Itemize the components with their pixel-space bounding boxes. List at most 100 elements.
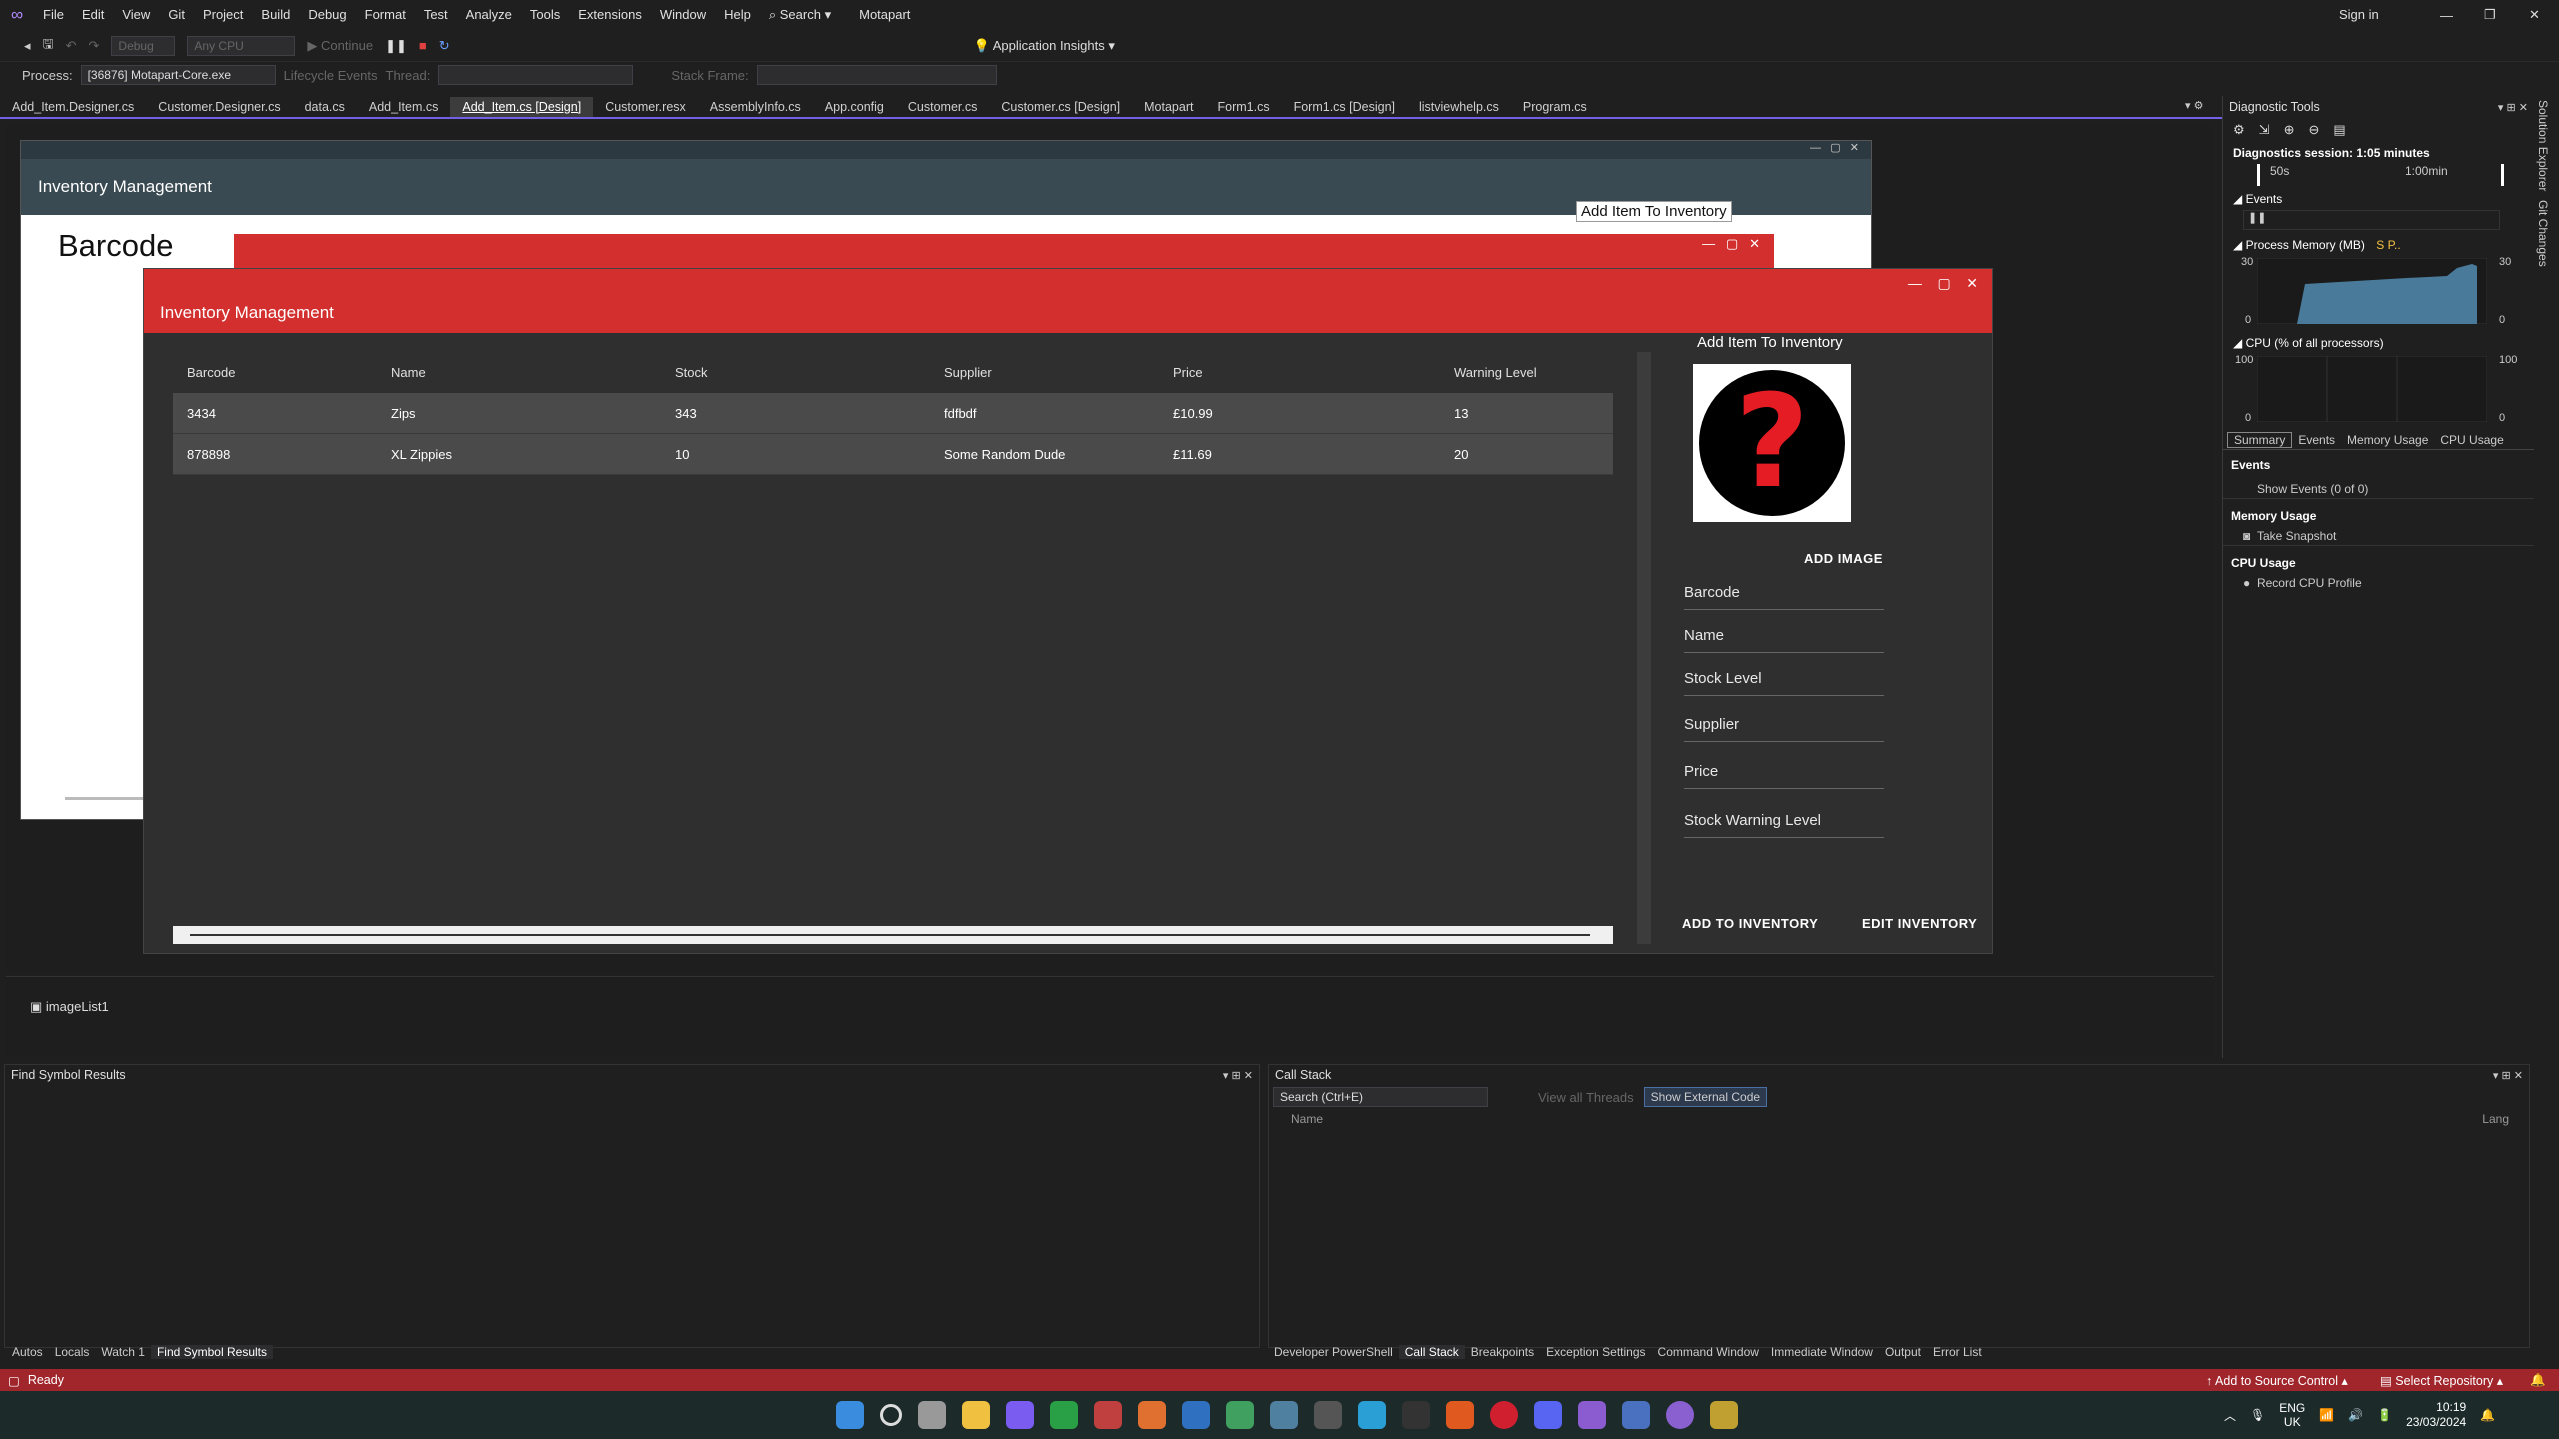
- list-column-header[interactable]: Stock: [661, 365, 930, 380]
- app-icon-3[interactable]: [1138, 1401, 1166, 1429]
- bottom-tab[interactable]: Exception Settings: [1540, 1345, 1651, 1359]
- notifications-icon[interactable]: 🔔: [2530, 1373, 2546, 1388]
- tab-list-dropdown-icon[interactable]: ▾ ⚙: [2185, 99, 2203, 112]
- find-symbol-controls[interactable]: ▾ ⊞ ✕: [1223, 1069, 1253, 1082]
- menu-file[interactable]: File: [34, 0, 73, 30]
- app-icon-9[interactable]: [1622, 1401, 1650, 1429]
- field-stock-warning-level[interactable]: Stock Warning Level: [1684, 806, 1884, 838]
- list-hscroll-thumb[interactable]: [190, 934, 1590, 936]
- undo-icon[interactable]: ↶: [66, 38, 77, 54]
- telegram-icon[interactable]: [1358, 1401, 1386, 1429]
- settings-gear-icon[interactable]: ⚙: [2233, 122, 2245, 138]
- restart-icon[interactable]: ↻: [439, 38, 450, 54]
- diag-tab-events[interactable]: Events: [2292, 433, 2341, 447]
- field-supplier[interactable]: Supplier: [1684, 710, 1884, 742]
- doc-tab[interactable]: Customer.Designer.cs: [146, 97, 292, 117]
- take-snapshot-button[interactable]: ◙ Take Snapshot: [2223, 527, 2534, 546]
- lifecycle-events[interactable]: Lifecycle Events: [284, 68, 378, 83]
- side-tab-solution-explorer[interactable]: Solution Explorer: [2536, 100, 2550, 191]
- app-icon-2[interactable]: [1094, 1401, 1122, 1429]
- app-icon-8[interactable]: [1446, 1401, 1474, 1429]
- menu-format[interactable]: Format: [356, 0, 415, 30]
- doc-tab[interactable]: Add_Item.cs: [357, 97, 450, 117]
- steam-icon[interactable]: [1314, 1401, 1342, 1429]
- add-source-control[interactable]: ↑ Add to Source Control ▴: [2206, 1373, 2348, 1388]
- form-close-icon[interactable]: ✕: [1966, 275, 1978, 291]
- bottom-tab[interactable]: Breakpoints: [1465, 1345, 1540, 1359]
- view-all-threads[interactable]: View all Threads: [1538, 1090, 1634, 1105]
- doc-tab[interactable]: Form1.cs [Design]: [1282, 97, 1407, 117]
- bottom-tab[interactable]: Error List: [1927, 1345, 1988, 1359]
- list-column-header[interactable]: Barcode: [173, 365, 377, 380]
- app-icon-5[interactable]: [1226, 1401, 1254, 1429]
- thread-combo[interactable]: [438, 65, 634, 85]
- file-explorer-icon[interactable]: [962, 1401, 990, 1429]
- doc-tab[interactable]: Program.cs: [1511, 97, 1599, 117]
- diag-tab-cpu-usage[interactable]: CPU Usage: [2434, 433, 2509, 447]
- call-stack-search[interactable]: Search (Ctrl+E): [1273, 1087, 1488, 1107]
- field-barcode[interactable]: Barcode: [1684, 578, 1884, 610]
- task-view-icon[interactable]: [918, 1401, 946, 1429]
- doc-tab[interactable]: Customer.cs [Design]: [989, 97, 1132, 117]
- diag-panel-controls[interactable]: ▾ ⊞ ✕: [2498, 101, 2528, 114]
- menu-window[interactable]: Window: [651, 0, 715, 30]
- record-cpu-button[interactable]: ● Record CPU Profile: [2223, 574, 2534, 592]
- menu-git[interactable]: Git: [159, 0, 194, 30]
- call-stack-controls[interactable]: ▾ ⊞ ✕: [2493, 1069, 2523, 1082]
- volume-icon[interactable]: 🔊: [2348, 1408, 2363, 1422]
- doc-tab[interactable]: Motapart: [1132, 97, 1205, 117]
- menu-help[interactable]: Help: [715, 0, 760, 30]
- diag-tab-memory-usage[interactable]: Memory Usage: [2341, 433, 2434, 447]
- app-insights-button[interactable]: 💡 Application Insights ▾: [974, 38, 1115, 54]
- form-minimize-icon[interactable]: —: [1908, 275, 1922, 291]
- back-icon[interactable]: ◂: [24, 38, 31, 54]
- notification-bell-icon[interactable]: 🔔: [2480, 1408, 2495, 1422]
- list-row[interactable]: 878898 XL Zippies 10 Some Random Dude £11.69…: [173, 434, 1613, 475]
- discord-icon[interactable]: [1534, 1401, 1562, 1429]
- doc-tab[interactable]: App.config: [813, 97, 896, 117]
- menu-analyze[interactable]: Analyze: [457, 0, 521, 30]
- field-stock-level[interactable]: Stock Level: [1684, 664, 1884, 696]
- diag-tab-summary[interactable]: Summary: [2227, 431, 2293, 448]
- doc-tab[interactable]: AssemblyInfo.cs: [698, 97, 813, 117]
- close-window-icon[interactable]: ✕: [2529, 7, 2540, 23]
- save-icon[interactable]: 🖫: [43, 35, 54, 57]
- bottom-tab[interactable]: Autos: [6, 1345, 49, 1359]
- doc-tab[interactable]: Add_Item.cs [Design]: [450, 97, 594, 117]
- restore-window-icon[interactable]: ❐: [2484, 7, 2496, 23]
- list-column-header[interactable]: Warning Level: [1440, 365, 1613, 380]
- timeline-ruler[interactable]: 50s 1:00min: [2257, 164, 2504, 186]
- xbox-icon[interactable]: [1050, 1401, 1078, 1429]
- minimize-window-icon[interactable]: —: [2440, 8, 2453, 23]
- bottom-tab[interactable]: Command Window: [1652, 1345, 1765, 1359]
- field-price[interactable]: Price: [1684, 757, 1884, 789]
- zoom-in-icon[interactable]: ⊕: [2284, 122, 2295, 138]
- splitter[interactable]: [1637, 352, 1651, 944]
- battery-icon[interactable]: 🔋: [2377, 1408, 2392, 1422]
- add-to-inventory-button[interactable]: ADD TO INVENTORY: [1682, 916, 1818, 931]
- app-icon-10[interactable]: [1710, 1401, 1738, 1429]
- app-icon-1[interactable]: [1006, 1401, 1034, 1429]
- list-row[interactable]: 3434 Zips 343 fdfbdf £10.99 13: [173, 393, 1613, 434]
- show-external-code-button[interactable]: Show External Code: [1643, 1087, 1768, 1107]
- wifi-icon[interactable]: 📶: [2319, 1408, 2334, 1422]
- menu-project[interactable]: Project: [194, 0, 252, 30]
- app-icon-6[interactable]: [1270, 1401, 1298, 1429]
- edit-inventory-button[interactable]: EDIT INVENTORY: [1862, 916, 1977, 931]
- list-column-header[interactable]: Supplier: [930, 365, 1159, 380]
- menu-debug[interactable]: Debug: [299, 0, 355, 30]
- doc-tab[interactable]: Form1.cs: [1205, 97, 1281, 117]
- opera-icon[interactable]: [1490, 1401, 1518, 1429]
- doc-tab[interactable]: data.cs: [293, 97, 357, 117]
- menu-view[interactable]: View: [113, 0, 159, 30]
- list-column-header[interactable]: Name: [377, 365, 661, 380]
- doc-tab[interactable]: Add_Item.Designer.cs: [0, 97, 146, 117]
- pause-icon[interactable]: ❚❚: [385, 38, 407, 54]
- platform-combo[interactable]: Any CPU: [187, 35, 296, 56]
- redo-icon[interactable]: ↷: [89, 38, 100, 54]
- menu-test[interactable]: Test: [415, 0, 457, 30]
- language-indicator[interactable]: ENG UK: [2279, 1401, 2305, 1429]
- add-image-button[interactable]: ADD IMAGE: [1804, 551, 1883, 566]
- show-events-link[interactable]: Show Events (0 of 0): [2223, 480, 2534, 499]
- clock[interactable]: 10:19 23/03/2024: [2406, 1400, 2466, 1430]
